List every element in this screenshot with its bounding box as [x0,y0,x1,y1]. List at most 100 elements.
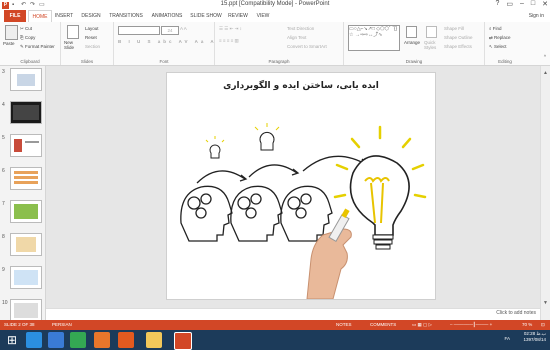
thumbnail-number: 9 [2,267,5,273]
cut-button[interactable]: ✂ Cut [20,26,32,32]
thumbnail-image [16,237,36,252]
arrow-2-icon [248,164,298,178]
fit-slide-icon[interactable]: ⊡ [541,322,545,328]
internet-explorer-icon[interactable] [48,332,64,348]
shape-effects-button[interactable]: Shape Effects [444,44,472,49]
comments-button[interactable]: COMMENTS [370,322,396,327]
layout-button[interactable]: Layout [85,26,99,31]
small-bulbs [209,131,275,159]
system-tray: FA 02:28 ب.ظ 1397/08/14 [504,331,546,342]
minimize-button[interactable]: – [520,0,524,8]
clock-date[interactable]: 1397/08/14 [523,337,546,342]
align-text-button[interactable]: Align Text [287,35,306,40]
collapse-ribbon-icon[interactable]: ^ [544,54,546,59]
slide-thumbnail[interactable] [10,266,42,289]
reset-button[interactable]: Reset [85,35,97,40]
scroll-up-icon[interactable]: ▲ [543,70,548,76]
window-title: 15.ppt [Compatibility Mode] - PowerPoint [220,1,330,7]
drawing-group-label: Drawing [405,59,423,64]
quick-styles-icon[interactable] [426,26,437,38]
font-size-box[interactable]: 24 [161,26,179,35]
big-bulb-icon [349,155,410,250]
quick-styles-button[interactable]: Quick Styles [424,40,440,50]
new-slide-button[interactable]: New Slide [64,40,82,50]
slide-thumbnail[interactable] [10,167,42,190]
tray-lang[interactable]: FA [504,336,510,341]
thumbnail-image [14,270,38,285]
thumbnail-number: 4 [2,102,5,108]
file-explorer-icon[interactable] [146,332,162,348]
slide-canvas[interactable]: ایده یابی، ساختن ایده و الگوبرداری [166,72,436,300]
slide-thumbnail[interactable] [10,233,42,256]
shape-outline-button[interactable]: Shape Outline [444,35,473,40]
slide-thumbnail[interactable] [10,299,42,320]
slide-counter: SLIDE 2 OF 38 [4,322,35,327]
copy-button[interactable]: ⎘ Copy [20,35,35,40]
zoom-slider[interactable]: – ──────┃──── + [450,322,492,328]
idea-illustration [180,123,427,299]
arrow-1-icon [196,170,246,184]
thumbnail-image [17,74,35,86]
slide-title[interactable]: ایده یابی، ساختن ایده و الگوبرداری [167,81,435,91]
font-group: 24 A A B I U S abc AV Aa A Font [114,22,215,65]
scroll-down-icon[interactable]: ▼ [543,300,548,306]
section-button[interactable]: Section [85,44,100,49]
convert-smartart-button[interactable]: Convert to SmartArt [287,44,327,49]
chrome-icon[interactable] [70,332,86,348]
vertical-scrollbar[interactable]: ▲ ▼ [540,66,550,320]
tab-view[interactable]: VIEW [254,10,272,22]
firefox-icon[interactable] [94,332,110,348]
tab-file[interactable]: FILE [4,10,26,22]
align-buttons[interactable]: ≡ ≡ ≡ ≡ ▥ [219,38,239,44]
maximize-button[interactable]: □ [531,0,535,8]
paste-button[interactable]: Paste [3,41,15,46]
thumbnail-image [14,303,38,318]
notes-button[interactable]: NOTES [336,322,352,327]
notes-placeholder[interactable]: Click to add notes [496,310,536,316]
paragraph-group-label: Paragraph [268,59,290,64]
media-player-icon[interactable] [118,332,134,348]
help-button[interactable]: ? [495,0,499,8]
tab-transitions[interactable]: TRANSITIONS [108,10,144,22]
paste-icon[interactable] [5,25,18,40]
sign-in-link[interactable]: Sign in [529,13,544,19]
copy-label: Copy [24,35,36,40]
start-button-icon[interactable]: ⊞ [4,332,20,348]
close-button[interactable]: ✕ [542,0,548,8]
tab-slide-show[interactable]: SLIDE SHOW [190,10,222,22]
slide-thumbnail[interactable] [10,68,42,91]
list-buttons[interactable]: ☰ ☰ ⇤ ⇥ ↕ [219,26,242,32]
slide-thumbnails-panel: 3 4 5 6 7 8 9 10 [0,66,46,320]
font-grow-shrink-icon[interactable]: A A [180,26,187,31]
paragraph-group: ☰ ☰ ⇤ ⇥ ↕ ≡ ≡ ≡ ≡ ▥ Text Direction Align… [215,22,344,65]
find-button[interactable]: ⌕ Find [489,26,502,31]
telegram-icon[interactable] [26,332,42,348]
view-buttons[interactable]: ▭ ▦ ▢ ▷ [412,322,432,328]
slide-thumbnail[interactable] [10,101,42,124]
select-button[interactable]: ↖ Select [489,44,507,50]
slide-thumbnail[interactable] [10,200,42,223]
format-painter-button[interactable]: ✎ Format Painter [20,44,55,50]
new-slide-icon[interactable] [67,25,79,39]
tab-animations[interactable]: ANIMATIONS [149,10,185,22]
arrange-button[interactable]: Arrange [404,40,420,45]
font-format-buttons[interactable]: B I U S abc AV Aa A [118,39,217,44]
tab-design[interactable]: DESIGN [79,10,103,22]
thumbnail-number: 8 [2,234,5,240]
ribbon-display-icon[interactable]: ▭ [506,0,513,8]
tab-insert[interactable]: INSERT [53,10,75,22]
shapes-gallery[interactable]: ▭○△⌐↘↗□ ◇⬠⬡⌒{}☆ →⇒⇨↔⤴∿ [348,25,400,51]
powerpoint-taskbar-icon[interactable] [174,332,192,350]
editing-group: ⌕ Find ⇄ Replace ↖ Select Editing [485,22,525,65]
language-indicator[interactable]: PERSIAN [52,322,72,327]
thumbnail-image [14,139,22,152]
shape-fill-button[interactable]: Shape Fill [444,26,464,31]
font-name-box[interactable] [118,26,160,35]
replace-button[interactable]: ⇄ Replace [489,35,511,41]
tab-review[interactable]: REVIEW [227,10,249,22]
zoom-level[interactable]: 70 % [522,322,532,327]
arrange-icon[interactable] [406,26,417,38]
text-direction-button[interactable]: Text Direction [287,26,314,31]
slide-thumbnail[interactable] [10,134,42,157]
thumbnail-text-line [25,141,39,143]
